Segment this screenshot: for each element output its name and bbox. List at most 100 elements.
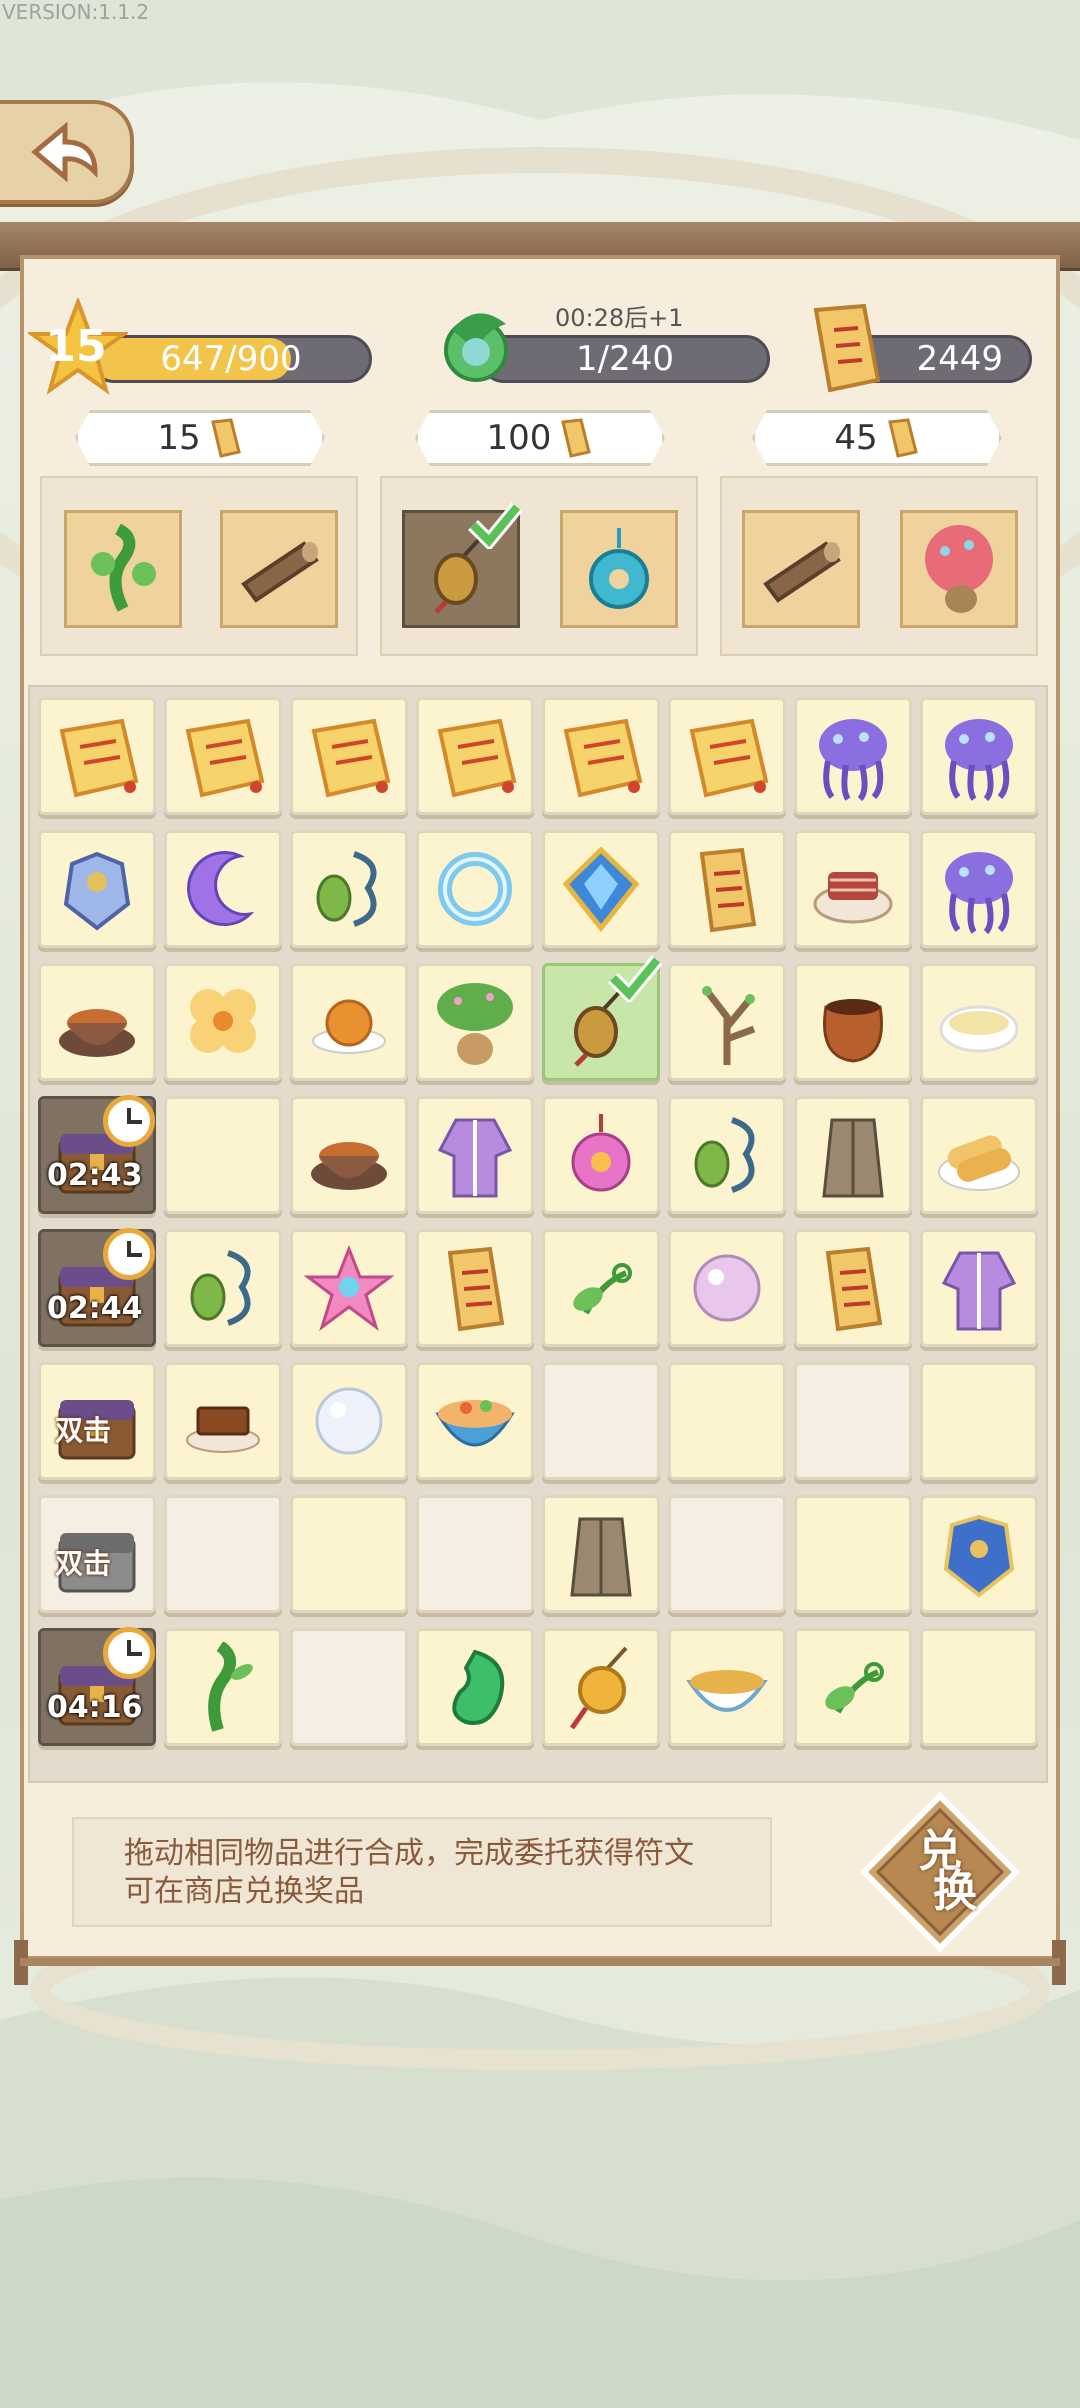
scroll-icon (311, 718, 391, 798)
vine-icon (208, 1642, 253, 1732)
grid-cell-blue-crystal[interactable] (542, 830, 660, 948)
grid-cell-empty[interactable] (290, 1628, 408, 1746)
grid-cell-noodle-bowl[interactable] (416, 1362, 534, 1480)
clock-icon (103, 1228, 155, 1280)
grid-cell-leather-vest[interactable] (794, 1096, 912, 1214)
grid-cell-chocolate[interactable] (164, 1362, 282, 1480)
grid-cell-empty[interactable] (542, 1362, 660, 1480)
grid-cell-pink-ornament[interactable] (542, 1096, 660, 1214)
grid-cell-chest-timer[interactable]: 02:44 (38, 1228, 156, 1347)
grid-cell-purple-robe[interactable] (920, 1229, 1038, 1347)
grid-cell-sprout[interactable] (542, 1229, 660, 1347)
grid-cell-clay-pot[interactable] (794, 963, 912, 1081)
xp-bar: 647/900 (90, 335, 372, 383)
chest-timer-text: 04:16 (47, 1690, 143, 1725)
jellyfish-icon (819, 719, 887, 801)
grid-cell-jellyfish[interactable] (920, 830, 1038, 948)
grid-cell-talisman[interactable] (794, 1229, 912, 1347)
grid-cell-blue-armor[interactable] (920, 1495, 1038, 1613)
grid-cell-jellyfish[interactable] (920, 697, 1038, 815)
order-card-2[interactable] (380, 476, 698, 656)
order-item-vine-sprout (64, 510, 182, 628)
order-cost-value: 100 (486, 418, 552, 458)
grid-cell-bean-necklace[interactable] (290, 830, 408, 948)
back-button[interactable] (0, 100, 134, 204)
grid-cell-scroll[interactable] (290, 697, 408, 815)
grid-cell-chest-timer[interactable]: 04:16 (38, 1627, 156, 1746)
grid-cell-soup-bowl[interactable] (38, 963, 156, 1081)
soup-bowl-icon (59, 1009, 135, 1057)
grid-cell-talisman[interactable] (668, 830, 786, 948)
grid-cell-green-jade[interactable] (416, 1628, 534, 1746)
checkmark-icon (468, 502, 523, 549)
order-cost-value: 15 (157, 418, 201, 458)
order-cost-3: 45 (752, 410, 1002, 466)
grid-cell-pink-flower[interactable] (290, 1229, 408, 1347)
grid-cell-armor[interactable] (38, 830, 156, 948)
grid-cell-water-ring[interactable] (416, 830, 534, 948)
grid-cell-scroll[interactable] (542, 697, 660, 815)
grid-cell-scroll[interactable] (416, 697, 534, 815)
grid-cell-chest-timer[interactable]: 02:43 (38, 1095, 156, 1214)
grid-cell-meat-platter[interactable] (794, 830, 912, 948)
grid-cell-bean-necklace[interactable] (668, 1096, 786, 1214)
order-card-3[interactable] (720, 476, 1038, 656)
grid-cell-leather-vest[interactable] (542, 1495, 660, 1613)
order-item-flower-tree (900, 510, 1018, 628)
double-tap-label: 双击 (55, 1547, 112, 1580)
branch-icon (702, 986, 756, 1065)
exchange-label-2: 换 (933, 1866, 977, 1917)
grid-cell-branch[interactable] (668, 963, 786, 1081)
scroll-icon (689, 718, 769, 798)
grid-cell-bonsai-tree[interactable] (416, 963, 534, 1081)
grid-cell-empty[interactable] (920, 1362, 1038, 1480)
grid-cell-empty[interactable] (794, 1495, 912, 1613)
grid-cell-jellyfish[interactable] (794, 697, 912, 815)
grid-cell-bean-necklace[interactable] (164, 1229, 282, 1347)
sprout-icon (825, 1662, 884, 1714)
grid-cell-soup-bowl-2[interactable] (668, 1628, 786, 1746)
talisman-icon (561, 418, 592, 458)
grid-cell-purple-robe[interactable] (416, 1096, 534, 1214)
grid-cell-double-chest-gray[interactable]: 双击 (38, 1495, 156, 1613)
grid-cell-empty[interactable] (164, 1495, 282, 1613)
grid-cell-congee[interactable] (920, 963, 1038, 1081)
order-card-1[interactable] (40, 476, 358, 656)
scroll-icon (563, 718, 643, 798)
talisman-icon (699, 847, 757, 933)
scroll-icon (185, 718, 265, 798)
grid-cell-yellow-flower[interactable] (164, 963, 282, 1081)
grid-cell-pearl[interactable] (668, 1229, 786, 1347)
merge-grid: 02:43 02:44 双击 双击 04:16 (28, 685, 1048, 1783)
grid-cell-empty[interactable] (164, 1096, 282, 1214)
grid-cell-empty[interactable] (668, 1495, 786, 1613)
grid-cell-talisman[interactable] (416, 1229, 534, 1347)
grid-cell-empty[interactable] (920, 1628, 1038, 1746)
grid-cell-pouch-amulet[interactable] (542, 955, 663, 1081)
water-ring-icon (438, 852, 512, 926)
grid-cell-mooncake[interactable] (290, 963, 408, 1081)
grid-cell-scroll[interactable] (164, 697, 282, 815)
purple-robe-icon (437, 1118, 513, 1198)
grid-cell-soup-bowl[interactable] (290, 1096, 408, 1214)
grid-cell-scroll[interactable] (38, 697, 156, 815)
hint-text: 拖动相同物品进行合成，完成委托获得符文可在商店兑换奖品 (72, 1817, 772, 1927)
grid-cell-spring-rolls[interactable] (920, 1096, 1038, 1214)
jellyfish-icon (945, 719, 1013, 801)
grid-cell-scroll[interactable] (668, 697, 786, 815)
talisman-icon (447, 1246, 505, 1332)
grid-cell-moon[interactable] (164, 830, 282, 948)
grid-cell-white-pearl[interactable] (290, 1362, 408, 1480)
grid-cell-empty[interactable] (668, 1362, 786, 1480)
leather-vest-icon (570, 1517, 632, 1597)
jellyfish-icon (945, 852, 1013, 934)
grid-cell-empty[interactable] (290, 1495, 408, 1613)
exchange-button[interactable]: 兑 换 (859, 1791, 1021, 1953)
grid-cell-empty[interactable] (416, 1495, 534, 1613)
grid-cell-double-chest[interactable]: 双击 (38, 1362, 156, 1480)
grid-cell-vine[interactable] (164, 1628, 282, 1746)
grid-cell-sprout[interactable] (794, 1628, 912, 1746)
grid-cell-empty[interactable] (794, 1362, 912, 1480)
green-jade-icon (452, 1649, 505, 1725)
grid-cell-gold-pendant[interactable] (542, 1628, 660, 1746)
